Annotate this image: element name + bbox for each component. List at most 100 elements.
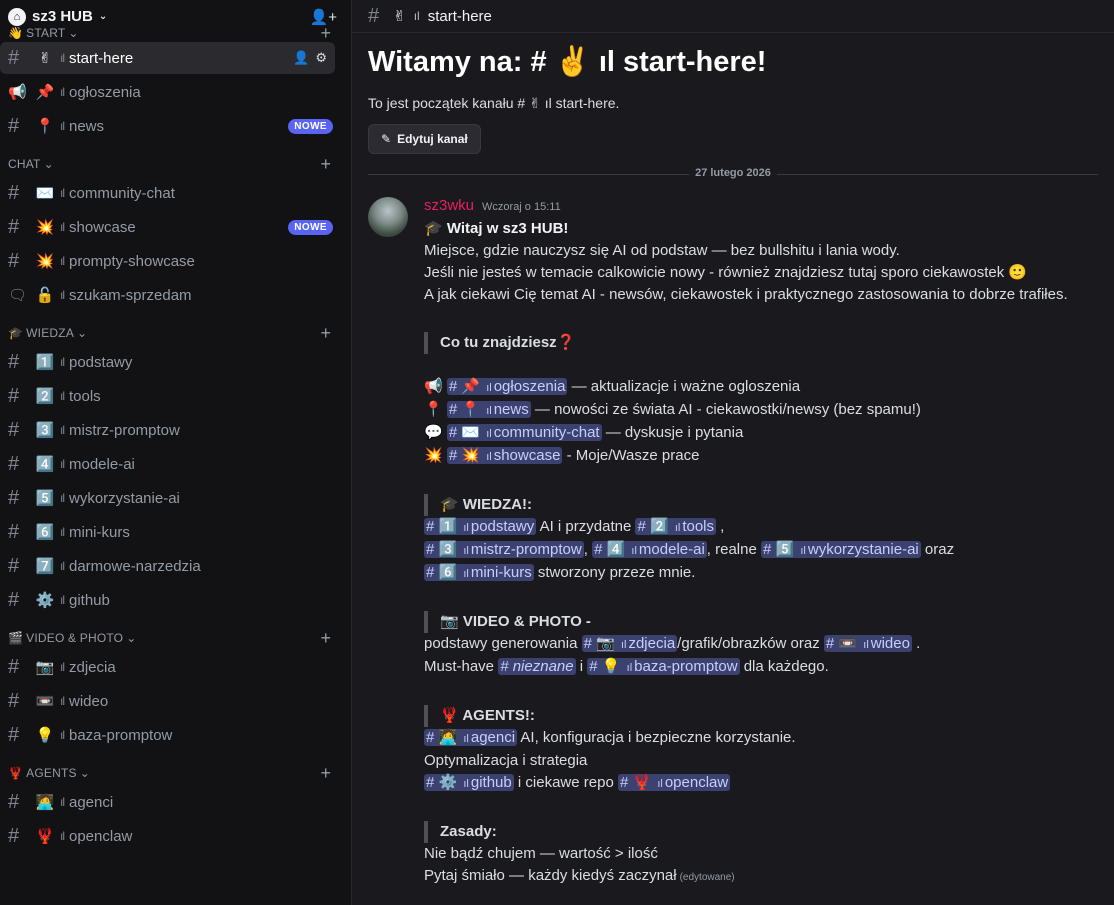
sidebar-item-zdjecia[interactable]: # 📷 ıl zdjecia xyxy=(0,651,343,683)
sidebar-item-podstawy[interactable]: # 1️⃣ ıl podstawy xyxy=(0,346,343,378)
channel-mention-news[interactable]: # 📍 ıl news xyxy=(446,401,531,418)
sidebar-item-mini-kurs[interactable]: # 6️⃣ ıl mini-kurs xyxy=(0,516,343,548)
message-text: Nie bądź chujem — wartość > ilość xyxy=(424,845,658,862)
line-text: Pytaj śmiało — każdy kiedyś zaczynał xyxy=(424,867,677,884)
line-text: — nowości ze świata AI - ciekawostki/new… xyxy=(534,401,921,418)
sidebar-item-mistrz-promptow[interactable]: # 3️⃣ ıl mistrz-promptow xyxy=(0,414,343,446)
message-author[interactable]: sz3wku xyxy=(424,195,474,217)
channel-mention-zdjecia[interactable]: # 📷 ıl zdjecia xyxy=(581,635,678,652)
channel-mention-mini-kurs[interactable]: # 6️⃣ ıl mini-kurs xyxy=(424,564,534,581)
sidebar-item-news[interactable]: # 📍 ıl news NOWE xyxy=(0,110,343,142)
line-text: — aktualizacje i ważne ogloszenia xyxy=(571,378,801,395)
add-channel-icon[interactable]: + xyxy=(320,154,331,175)
message-line: Pytaj śmiało — każdy kiedyś zaczynał (edy… xyxy=(424,865,1098,889)
channel-list: 👋 START ⌄ + # ✌ ıl start-here 👤 ⚙ 📢 📌 ıl … xyxy=(0,23,351,854)
chevron-down-icon: ⌄ xyxy=(79,766,90,780)
server-icon: ⌂ xyxy=(8,7,26,26)
category-wiedza[interactable]: 🎓 WIEDZA ⌄ + xyxy=(0,321,351,345)
avatar[interactable] xyxy=(368,197,408,237)
channel-mention-mistrz-promptow[interactable]: # 3️⃣ ıl mistrz-promptow xyxy=(424,541,584,558)
invite-icon[interactable]: 👤 xyxy=(293,50,309,66)
channel-mention-showcase[interactable]: # 💥 ıl showcase xyxy=(446,447,563,464)
sidebar-item-wykorzystanie-ai[interactable]: # 5️⃣ ıl wykorzystanie-ai xyxy=(0,482,343,514)
server-name-button[interactable]: ⌂ sz3 HUB ⌄ xyxy=(8,7,107,26)
message-line: podstawy generowania # 📷 ıl zdjecia/grafi… xyxy=(424,635,921,652)
channel-emoji: ✌ xyxy=(393,8,406,25)
add-channel-icon[interactable]: + xyxy=(320,23,331,44)
category-start[interactable]: 👋 START ⌄ + xyxy=(0,23,351,44)
channel-name: podstawy xyxy=(69,353,133,371)
sidebar-item-wideo[interactable]: # 📼 ıl wideo xyxy=(0,685,343,717)
channel-sidebar: ⌂ sz3 HUB ⌄ 👤 + 👋 START ⌄ + # ✌ ıl start-… xyxy=(0,0,352,905)
channel-name: wideo xyxy=(69,692,109,710)
line-text: dla każdego. xyxy=(743,658,829,675)
sidebar-item-ogloszenia[interactable]: 📢 📌 ıl ogłoszenia xyxy=(0,76,343,108)
speech-bubble-icon: 💬 xyxy=(424,424,443,441)
channel-name: showcase xyxy=(69,218,136,236)
channel-mention-modele-ai[interactable]: # 4️⃣ ıl modele-ai xyxy=(592,541,707,558)
channel-mention-github[interactable]: # ⚙️ ıl github xyxy=(424,774,514,791)
sidebar-item-darmowe-narzedzia[interactable]: # 7️⃣ ıl darmowe-narzedzia xyxy=(0,550,343,582)
add-channel-icon[interactable]: + xyxy=(320,323,331,344)
channel-mention-ogloszenia[interactable]: # 📌 ıl ogłoszenia xyxy=(446,378,568,395)
category-label: AGENTS xyxy=(26,766,77,780)
category-agents[interactable]: 🦞 AGENTS ⌄ + xyxy=(0,761,351,785)
channel-emoji: 🔓 xyxy=(35,287,55,304)
channel-separator: ıl xyxy=(60,119,65,133)
channel-emoji: 4️⃣ xyxy=(35,456,55,473)
channel-emoji: 3️⃣ xyxy=(35,422,55,439)
new-badge: NOWE xyxy=(288,118,333,134)
sidebar-item-openclaw[interactable]: # 🦞 ıl openclaw xyxy=(0,820,343,852)
channel-mention-unknown[interactable]: # nieznane xyxy=(498,658,576,675)
channel-separator: ıl xyxy=(60,389,65,403)
channel-separator: ıl xyxy=(60,186,65,200)
line-text: i ciekawe repo xyxy=(517,774,614,791)
channel-separator: ıl xyxy=(60,593,65,607)
channel-name: ogłoszenia xyxy=(69,83,141,101)
sidebar-item-szukam-sprzedam[interactable]: 🗨 🔓 ıl szukam-sprzedam xyxy=(0,279,343,311)
sidebar-item-tools[interactable]: # 2️⃣ ıl tools xyxy=(0,380,343,412)
new-badge: NOWE xyxy=(288,219,333,235)
sidebar-item-start-here[interactable]: # ✌ ıl start-here 👤 ⚙ xyxy=(0,42,335,74)
channel-emoji: 💥 xyxy=(35,253,55,270)
line-text: Must-have xyxy=(424,658,495,675)
category-emoji: 🦞 xyxy=(8,766,24,780)
text-channel-icon: # xyxy=(8,181,20,204)
message-line: # 6️⃣ ıl mini-kurs stworzony przeze mnie. xyxy=(424,562,1098,585)
add-channel-icon[interactable]: + xyxy=(320,628,331,649)
gear-icon[interactable]: ⚙ xyxy=(315,50,327,66)
sidebar-item-baza-promptow[interactable]: # 💡 ıl baza-promptow xyxy=(0,719,343,751)
channel-mention-wykorzystanie-ai[interactable]: # 5️⃣ ıl wykorzystanie-ai xyxy=(761,541,921,558)
sidebar-item-agenci[interactable]: # 🧑‍💻 ıl agenci xyxy=(0,786,343,818)
category-chat[interactable]: CHAT ⌄ + xyxy=(0,152,351,176)
channel-separator: ıl xyxy=(60,355,65,369)
sidebar-item-prompty-showcase[interactable]: # 💥 ıl prompty-showcase xyxy=(0,245,343,277)
message-line: # 1️⃣ ıl podstawy AI i przydatne # 2️⃣ ıl… xyxy=(424,518,725,535)
channel-name: tools xyxy=(69,387,101,405)
line-text: AI, konfiguracja i bezpieczne korzystani… xyxy=(520,729,796,746)
channel-separator: ıl xyxy=(60,728,65,742)
text-channel-icon: # xyxy=(8,249,20,272)
message-text: A jak ciekawi Cię temat AI - newsów, cie… xyxy=(424,286,1068,303)
blockquote: 🦞 AGENTS!: xyxy=(424,705,1098,727)
channel-mention-podstawy[interactable]: # 1️⃣ ıl podstawy xyxy=(424,518,537,535)
line-text: /grafik/obrazków oraz xyxy=(677,635,820,652)
add-channel-icon[interactable]: + xyxy=(320,763,331,784)
channel-mention-tools[interactable]: # 2️⃣ ıl tools xyxy=(635,518,717,535)
channel-mention-agenci[interactable]: # 🧑‍💻 ıl agenci xyxy=(424,729,518,746)
lobster-icon: 🦞 xyxy=(440,707,459,724)
sidebar-item-github[interactable]: # ⚙️ ıl github xyxy=(0,584,343,616)
sidebar-item-community-chat[interactable]: # ✉️ ıl community-chat xyxy=(0,177,343,209)
text-channel-icon: # xyxy=(8,790,20,813)
edited-label: (edytowane) xyxy=(679,872,735,883)
edit-channel-button[interactable]: ✎ Edytuj kanał xyxy=(368,124,481,154)
sidebar-item-showcase[interactable]: # 💥 ıl showcase NOWE xyxy=(0,211,343,243)
channel-mention-wideo[interactable]: # 📼 ıl wideo xyxy=(823,635,912,652)
channel-mention-community-chat[interactable]: # ✉️ ıl community-chat xyxy=(446,424,602,441)
blockquote: 🎓 WIEDZA!: xyxy=(424,494,1098,516)
category-video-photo[interactable]: 🎬 VIDEO & PHOTO ⌄ + xyxy=(0,626,351,650)
message-line: 📍 # 📍 ıl news — nowości ze świata AI - ci… xyxy=(424,399,1098,422)
channel-mention-baza-promptow[interactable]: # 💡 ıl baza-promptow xyxy=(587,658,740,675)
sidebar-item-modele-ai[interactable]: # 4️⃣ ıl modele-ai xyxy=(0,448,343,480)
channel-mention-openclaw[interactable]: # 🦞 ıl openclaw xyxy=(617,774,731,791)
